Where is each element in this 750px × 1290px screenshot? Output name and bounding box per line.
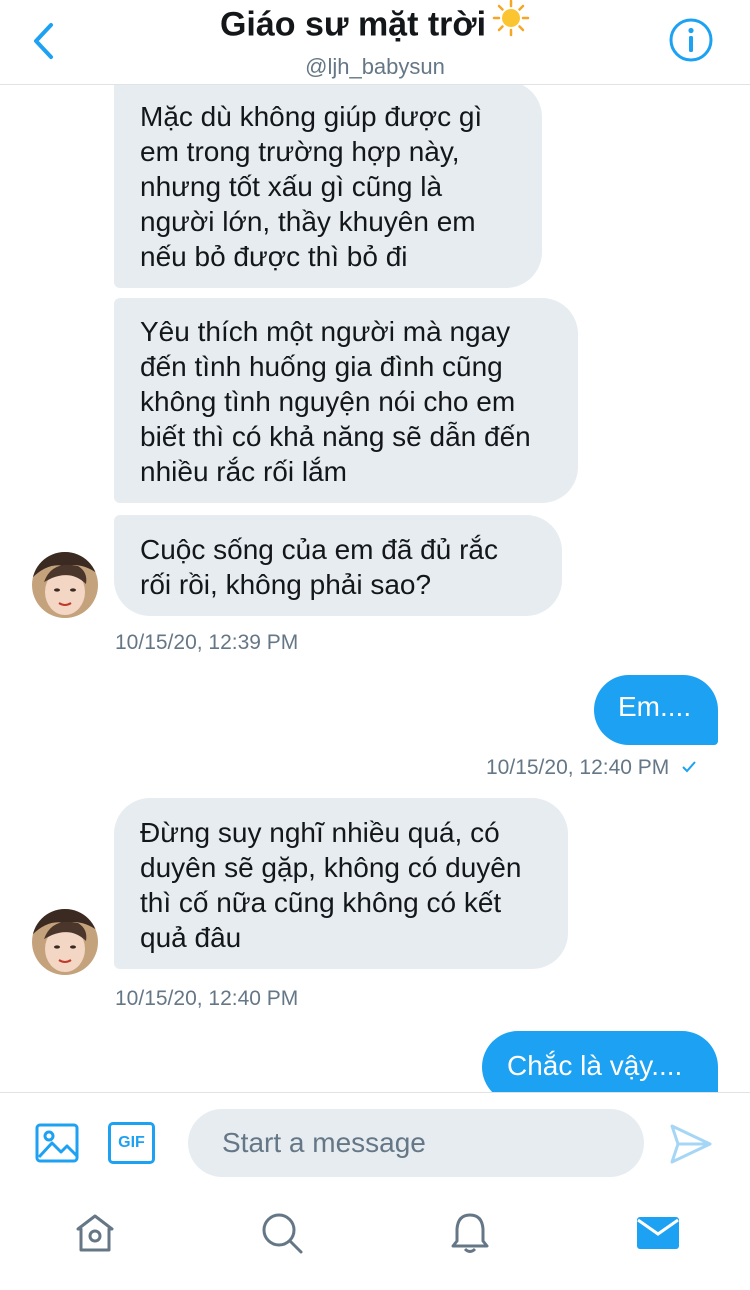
message-timestamp: 10/15/20, 12:40 PM: [486, 756, 718, 780]
tab-messages[interactable]: [633, 1208, 683, 1258]
add-photo-button[interactable]: [35, 1121, 79, 1165]
message-timestamp: 10/15/20, 12:39 PM: [115, 631, 299, 654]
read-check-icon: [681, 756, 697, 780]
message-text: Đừng suy nghĩ nhiều quá, có duyên sẽ gặp…: [140, 817, 522, 953]
image-icon: [35, 1123, 79, 1163]
message-bubble-received[interactable]: Cuộc sống của em đã đủ rắc rối rồi, khôn…: [114, 515, 562, 616]
sun-icon: [492, 0, 530, 48]
message-bubble-sent[interactable]: Chắc là vậy....: [482, 1031, 718, 1092]
message-bubble-received[interactable]: Mặc dù không giúp được gì em trong trườn…: [114, 85, 542, 288]
message-composer: GIF: [0, 1092, 750, 1192]
tab-search[interactable]: [257, 1208, 307, 1258]
info-icon: [669, 18, 713, 62]
message-bubble-received[interactable]: Đừng suy nghĩ nhiều quá, có duyên sẽ gặp…: [114, 798, 568, 969]
page-title: Giáo sư mặt trời: [120, 0, 630, 51]
contact-name: Giáo sư mặt trời: [219, 5, 487, 44]
timestamp-text: 10/15/20, 12:40 PM: [486, 756, 670, 779]
messages-icon: [637, 1217, 679, 1249]
message-bubble-received[interactable]: Yêu thích một người mà ngay đến tình huố…: [114, 298, 578, 503]
tab-notifications[interactable]: [445, 1208, 495, 1258]
message-text: Chắc là vậy....: [507, 1050, 683, 1081]
message-text: Yêu thích một người mà ngay đến tình huố…: [140, 316, 531, 487]
tab-home[interactable]: [70, 1208, 120, 1258]
bottom-tab-bar: [0, 1192, 750, 1290]
notifications-icon: [451, 1213, 489, 1253]
search-icon: [262, 1213, 303, 1254]
back-button[interactable]: [18, 16, 68, 66]
message-text: Mặc dù không giúp được gì em trong trườn…: [140, 101, 483, 272]
message-timestamp: 10/15/20, 12:40 PM: [115, 987, 299, 1010]
home-icon: [76, 1214, 114, 1252]
send-icon: [670, 1124, 712, 1164]
avatar[interactable]: [32, 552, 98, 618]
gif-label: GIF: [118, 1134, 145, 1151]
avatar[interactable]: [32, 909, 98, 975]
message-input[interactable]: [188, 1109, 644, 1177]
gif-button[interactable]: GIF: [108, 1122, 155, 1164]
avatar-image: [32, 909, 98, 975]
conversation-title-block[interactable]: Giáo sư mặt trời @ljh_babysun: [120, 0, 630, 81]
contact-handle: @ljh_babysun: [305, 54, 445, 79]
chevron-left-icon: [34, 23, 53, 59]
message-bubble-sent[interactable]: Em....: [594, 675, 718, 745]
info-button[interactable]: [668, 17, 714, 63]
message-text: Em....: [618, 691, 692, 722]
avatar-image: [32, 552, 98, 618]
message-thread[interactable]: Mặc dù không giúp được gì em trong trườn…: [0, 85, 750, 1092]
conversation-header: Giáo sư mặt trời @ljh_babysun: [0, 0, 750, 85]
send-button[interactable]: [668, 1121, 714, 1167]
message-text: Cuộc sống của em đã đủ rắc rối rồi, khôn…: [140, 534, 498, 600]
